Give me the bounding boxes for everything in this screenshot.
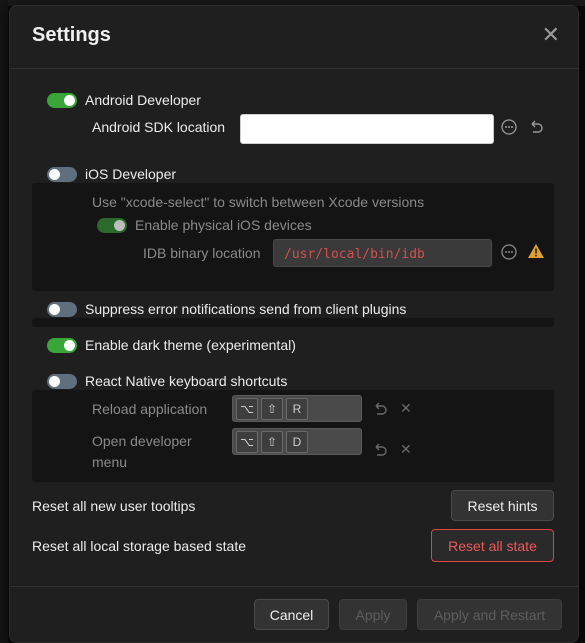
dark-theme-toggle[interactable] — [47, 337, 77, 353]
background-app-strip — [0, 0, 8, 643]
suppress-errors-toggle[interactable] — [47, 301, 77, 317]
dialog-footer: Cancel Apply Apply and Restart — [10, 586, 578, 643]
suppress-errors-row: Suppress error notifications send from c… — [47, 301, 406, 317]
ios-developer-toggle[interactable] — [47, 166, 77, 182]
reload-app-row: Reload application — [92, 401, 207, 417]
xcode-hint-text: Use "xcode-select" to switch between Xco… — [92, 194, 425, 210]
warning-icon — [527, 243, 545, 262]
reset-all-state-button[interactable]: Reset all state — [431, 529, 554, 562]
cancel-button[interactable]: Cancel — [254, 599, 329, 630]
rn-shortcuts-toggle[interactable] — [47, 373, 77, 389]
shift-key: ⇧ — [261, 397, 283, 420]
dev-menu-clear-icon[interactable]: ✕ — [400, 441, 412, 458]
dark-theme-label: Enable dark theme (experimental) — [85, 337, 296, 353]
ios-developer-label: iOS Developer — [85, 166, 177, 182]
android-developer-row: Android Developer — [47, 92, 201, 108]
rn-shortcuts-row: React Native keyboard shortcuts — [47, 373, 287, 389]
idb-location-input[interactable]: /usr/local/bin/idb — [273, 239, 492, 267]
reset-storage-label: Reset all local storage based state — [32, 538, 247, 554]
settings-dialog: Settings ✕ Android Developer Android SDK… — [9, 5, 579, 643]
reset-storage-row: Reset all local storage based state — [32, 538, 246, 554]
reload-undo-icon[interactable] — [372, 401, 388, 420]
idb-location-label: IDB binary location — [143, 245, 261, 261]
option-key: ⌥ — [236, 397, 258, 420]
undo-icon[interactable] — [528, 119, 544, 138]
reload-app-label: Reload application — [92, 401, 208, 417]
close-icon[interactable]: ✕ — [542, 22, 560, 48]
dev-menu-shortcut-input[interactable]: ⌥ ⇧ D — [232, 428, 362, 455]
xcode-hint-row: Use "xcode-select" to switch between Xco… — [92, 194, 424, 210]
android-sdk-row: Android SDK location — [92, 119, 225, 135]
dev-menu-label-line2: menu — [92, 454, 128, 470]
android-sdk-input[interactable] — [240, 114, 494, 144]
dialog-title: Settings — [32, 24, 111, 46]
android-developer-toggle[interactable] — [47, 92, 77, 108]
reset-tooltips-label: Reset all new user tooltips — [32, 498, 196, 514]
d-key: D — [286, 430, 308, 453]
android-developer-label: Android Developer — [85, 92, 201, 108]
dev-menu-undo-icon[interactable] — [372, 442, 388, 461]
suppress-errors-panel — [32, 318, 554, 327]
more-options-icon[interactable] — [501, 119, 517, 138]
dev-menu-label-line1: Open developer — [92, 433, 192, 449]
apply-button[interactable]: Apply — [339, 599, 407, 630]
r-key: R — [286, 397, 308, 420]
reload-clear-icon[interactable]: ✕ — [400, 400, 412, 417]
reload-shortcut-input[interactable]: ⌥ ⇧ R — [232, 395, 362, 422]
suppress-errors-label: Suppress error notifications send from c… — [85, 301, 407, 317]
rn-shortcuts-label: React Native keyboard shortcuts — [85, 373, 288, 389]
reset-hints-button[interactable]: Reset hints — [451, 490, 554, 521]
dev-menu-label: Open developer menu — [92, 431, 192, 473]
idb-location-row: IDB binary location — [143, 245, 261, 261]
physical-devices-toggle[interactable] — [97, 217, 127, 233]
android-sdk-label: Android SDK location — [92, 119, 226, 135]
idb-more-options-icon[interactable] — [501, 244, 517, 263]
dialog-header: Settings ✕ — [10, 6, 578, 69]
reset-tooltips-row: Reset all new user tooltips — [32, 498, 195, 514]
physical-devices-label: Enable physical iOS devices — [135, 217, 312, 233]
physical-devices-row: Enable physical iOS devices — [97, 217, 312, 233]
shift-key: ⇧ — [261, 430, 283, 453]
dark-theme-row: Enable dark theme (experimental) — [47, 337, 296, 353]
apply-and-restart-button[interactable]: Apply and Restart — [417, 599, 562, 630]
option-key: ⌥ — [236, 430, 258, 453]
ios-developer-row: iOS Developer — [47, 166, 176, 182]
